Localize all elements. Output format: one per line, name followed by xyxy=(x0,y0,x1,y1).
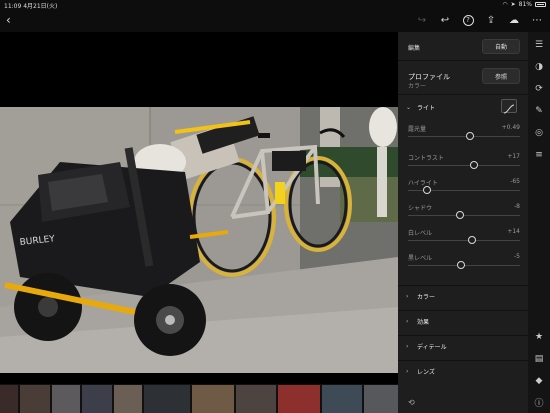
slider-knob[interactable] xyxy=(423,186,432,194)
cloud-sync-icon[interactable]: ☁ xyxy=(507,13,521,27)
slider-track[interactable] xyxy=(408,240,520,241)
filmstrip-thumb[interactable] xyxy=(20,385,50,413)
tone-curve-button[interactable] xyxy=(501,99,517,114)
divider xyxy=(398,94,528,95)
color-icon[interactable]: ◑ xyxy=(532,60,546,74)
slider-label: 露光量 xyxy=(408,126,427,133)
section-color-label: カラー xyxy=(417,294,436,301)
section-detail[interactable]: › ディテール xyxy=(406,342,447,351)
panel-title: 編集 xyxy=(408,45,421,52)
section-lens[interactable]: › レンズ xyxy=(406,367,435,376)
top-toolbar: ‹ ↪ ↩ ? ⇪ ☁ ⋯ xyxy=(0,10,550,32)
wifi-icon: ◠ xyxy=(502,1,508,8)
section-lens-label: レンズ xyxy=(417,369,435,376)
divider xyxy=(398,310,528,311)
section-light-label: ライト xyxy=(417,105,436,112)
filmstrip xyxy=(0,384,406,413)
auto-button[interactable]: 自動 xyxy=(482,39,520,54)
sliders-icon[interactable]: ☰ xyxy=(532,38,546,52)
chevron-down-icon: ⌄ xyxy=(406,104,412,111)
filmstrip-thumb[interactable] xyxy=(52,385,80,413)
slider-label: 黒レベル xyxy=(408,255,433,262)
slider-track[interactable] xyxy=(408,165,520,166)
divider xyxy=(398,60,528,61)
slider-row[interactable]: コントラスト +17 xyxy=(408,153,520,171)
redo-icon[interactable]: ↪ xyxy=(415,13,429,27)
undo-icon[interactable]: ↩ xyxy=(438,13,452,27)
slider-row[interactable]: 黒レベル -5 xyxy=(408,253,520,271)
slider-track[interactable] xyxy=(408,215,520,216)
chevron-right-icon: › xyxy=(406,368,409,375)
divider xyxy=(398,360,528,361)
tone-curve-icon xyxy=(503,104,515,114)
slider-label: コントラスト xyxy=(408,155,444,162)
slider-value: -5 xyxy=(514,253,520,260)
comment-icon[interactable]: ▤ xyxy=(532,352,546,366)
battery-icon xyxy=(535,2,546,7)
chevron-left-icon[interactable]: ‹ xyxy=(6,13,11,27)
battery-percent: 81% xyxy=(518,1,532,8)
radial-icon[interactable]: ◎ xyxy=(532,126,546,140)
slider-label: ハイライト xyxy=(408,180,438,187)
slider-value: +14 xyxy=(507,228,520,235)
slider-value: -65 xyxy=(510,178,520,185)
status-right: ◠ ➤ 81% xyxy=(502,1,546,8)
section-effects[interactable]: › 効果 xyxy=(406,317,429,326)
toolbar-actions: ↪ ↩ ? ⇪ ☁ ⋯ xyxy=(415,13,544,27)
filmstrip-thumb[interactable] xyxy=(144,385,190,413)
profile-value: カラー xyxy=(408,83,427,90)
status-time: 11:09 4月21日(火) xyxy=(4,3,58,10)
slider-row[interactable]: 白レベル +14 xyxy=(408,228,520,246)
slider-value: -8 xyxy=(514,203,520,210)
chevron-right-icon: › xyxy=(406,318,409,325)
chevron-right-icon: › xyxy=(406,343,409,350)
browse-profile-button[interactable]: 参照 xyxy=(482,68,520,84)
filmstrip-thumb[interactable] xyxy=(82,385,112,413)
versions-icon[interactable]: ≡ xyxy=(532,148,546,162)
filmstrip-thumb[interactable] xyxy=(278,385,320,413)
section-effects-label: 効果 xyxy=(417,319,430,326)
slider-knob[interactable] xyxy=(467,236,476,244)
slider-label: シャドウ xyxy=(408,205,433,212)
slider-label: 白レベル xyxy=(408,230,433,237)
filmstrip-thumb[interactable] xyxy=(192,385,234,413)
slider-row[interactable]: 露光量 +0.49 xyxy=(408,124,520,142)
reset-icon[interactable]: ⟲ xyxy=(408,398,415,407)
slider-value: +0.49 xyxy=(501,124,520,131)
section-detail-label: ディテール xyxy=(417,344,447,351)
divider xyxy=(398,285,528,286)
slider-row[interactable]: シャドウ -8 xyxy=(408,203,520,221)
slider-knob[interactable] xyxy=(455,211,464,219)
help-icon[interactable]: ? xyxy=(461,13,475,27)
crop-icon[interactable]: ⟳ xyxy=(532,82,546,96)
divider xyxy=(398,335,528,336)
info-icon[interactable]: ⓘ xyxy=(532,395,546,409)
filmstrip-thumb[interactable] xyxy=(0,385,18,413)
status-bar: 11:09 4月21日(火) ◠ ➤ 81% xyxy=(0,0,550,10)
star-icon[interactable]: ★ xyxy=(532,330,546,344)
photo-image: BURLEY xyxy=(0,107,398,373)
more-icon[interactable]: ⋯ xyxy=(530,13,544,27)
chevron-right-icon: › xyxy=(406,293,409,300)
filmstrip-thumb[interactable] xyxy=(236,385,276,413)
section-color[interactable]: › カラー xyxy=(406,292,435,301)
slider-knob[interactable] xyxy=(470,161,479,169)
share-icon[interactable]: ⇪ xyxy=(484,13,498,27)
slider-row[interactable]: ハイライト -65 xyxy=(408,178,520,196)
filmstrip-thumb[interactable] xyxy=(322,385,362,413)
slider-knob[interactable] xyxy=(456,261,465,269)
photo-canvas[interactable]: BURLEY xyxy=(0,32,398,384)
slider-track[interactable] xyxy=(408,136,520,137)
filmstrip-thumb[interactable] xyxy=(114,385,142,413)
tag-icon[interactable]: ◆ xyxy=(532,374,546,388)
slider-knob[interactable] xyxy=(465,132,474,140)
location-icon: ➤ xyxy=(510,1,516,8)
slider-value: +17 xyxy=(507,153,520,160)
edit-panel: 編集 自動 プロファイル カラー 参照 ⌄ ライト 露光量 +0.49 コントラスト… xyxy=(398,32,528,413)
tool-rail: ☰ ◑ ⟳ ✎ ◎ ≡ ★ ▤ ◆ ⓘ xyxy=(528,32,550,413)
brush-icon[interactable]: ✎ xyxy=(532,104,546,118)
section-light[interactable]: ⌄ ライト xyxy=(406,103,435,112)
